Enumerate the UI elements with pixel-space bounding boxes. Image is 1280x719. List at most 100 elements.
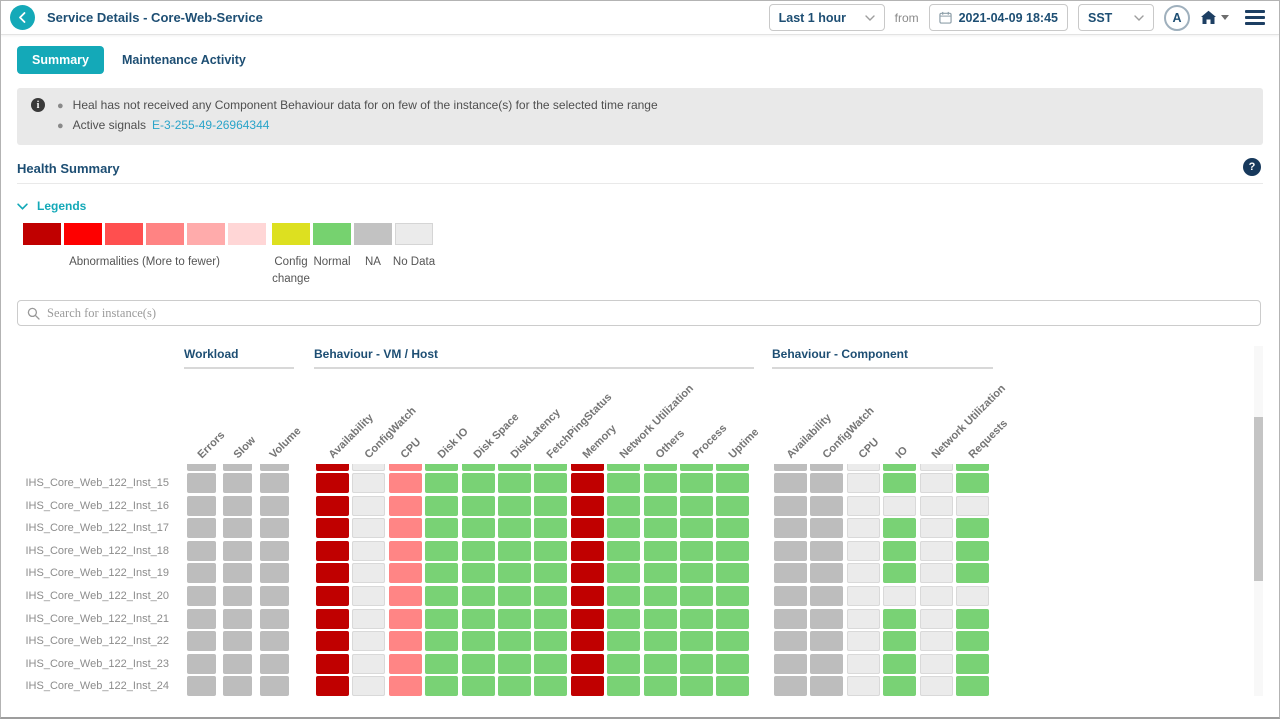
heatmap-cell-normal[interactable] — [607, 563, 641, 584]
heatmap-cell-normal[interactable] — [643, 464, 677, 471]
heatmap-cell-na[interactable] — [810, 473, 844, 493]
heatmap-cell-na[interactable] — [259, 464, 289, 471]
heatmap-cell-nodata[interactable] — [846, 473, 880, 493]
active-signal-link[interactable]: E-3-255-49-26964344 — [152, 116, 269, 135]
heatmap-cell-normal[interactable] — [883, 473, 917, 493]
heatmap-cell-na[interactable] — [223, 540, 253, 561]
heatmap-cell-nodata[interactable] — [846, 563, 880, 584]
heatmap-cell-normal[interactable] — [680, 464, 713, 471]
heatmap-cell-na[interactable] — [187, 585, 216, 606]
heatmap-cell-normal[interactable] — [461, 540, 495, 561]
heatmap-cell-normal[interactable] — [534, 464, 568, 471]
heatmap-cell-normal[interactable] — [607, 540, 641, 561]
heatmap-cell-nodata[interactable] — [846, 518, 880, 539]
heatmap-cell-abn_high[interactable] — [570, 540, 604, 561]
heatmap-cell-nodata[interactable] — [919, 540, 953, 561]
heatmap-cell-nodata[interactable] — [352, 631, 386, 652]
heatmap-cell-na[interactable] — [259, 653, 289, 674]
heatmap-cell-normal[interactable] — [956, 464, 989, 471]
heatmap-cell-normal[interactable] — [425, 473, 459, 493]
heatmap-cell-normal[interactable] — [643, 540, 677, 561]
heatmap-cell-na[interactable] — [187, 676, 216, 697]
heatmap-cell-normal[interactable] — [716, 653, 750, 674]
heatmap-cell-normal[interactable] — [956, 676, 989, 697]
heatmap-cell-normal[interactable] — [643, 676, 677, 697]
timezone-select[interactable]: SST — [1078, 4, 1154, 31]
heatmap-cell-normal[interactable] — [680, 540, 713, 561]
heatmap-cell-nodata[interactable] — [956, 495, 989, 516]
heatmap-cell-nodata[interactable] — [919, 585, 953, 606]
heatmap-cell-normal[interactable] — [534, 608, 568, 629]
heatmap-cell-normal[interactable] — [461, 473, 495, 493]
heatmap-cell-normal[interactable] — [607, 608, 641, 629]
heatmap-cell-abn_mid[interactable] — [388, 518, 422, 539]
heatmap-cell-normal[interactable] — [680, 563, 713, 584]
heatmap-cell-nodata[interactable] — [919, 608, 953, 629]
heatmap-cell-normal[interactable] — [716, 540, 750, 561]
heatmap-cell-na[interactable] — [187, 653, 216, 674]
heatmap-cell-normal[interactable] — [607, 464, 641, 471]
heatmap-cell-normal[interactable] — [461, 464, 495, 471]
heatmap-cell-normal[interactable] — [716, 585, 750, 606]
heatmap-cell-abn_high[interactable] — [570, 631, 604, 652]
heatmap-cell-normal[interactable] — [425, 518, 459, 539]
heatmap-cell-normal[interactable] — [956, 608, 989, 629]
legends-toggle[interactable]: Legends — [17, 199, 86, 213]
heatmap-cell-na[interactable] — [259, 585, 289, 606]
heatmap-cell-na[interactable] — [187, 631, 216, 652]
heatmap-cell-na[interactable] — [259, 495, 289, 516]
heatmap-cell-abn_high[interactable] — [570, 608, 604, 629]
heatmap-cell-normal[interactable] — [534, 563, 568, 584]
heatmap-cell-normal[interactable] — [643, 608, 677, 629]
heatmap-cell-nodata[interactable] — [846, 585, 880, 606]
heatmap-cell-normal[interactable] — [883, 631, 917, 652]
heatmap-cell-normal[interactable] — [425, 495, 459, 516]
heatmap-cell-na[interactable] — [810, 563, 844, 584]
heatmap-cell-normal[interactable] — [534, 495, 568, 516]
heatmap-cell-na[interactable] — [259, 676, 289, 697]
heatmap-cell-na[interactable] — [259, 631, 289, 652]
hamburger-menu[interactable] — [1245, 10, 1265, 25]
heatmap-cell-normal[interactable] — [534, 585, 568, 606]
heatmap-cell-na[interactable] — [223, 676, 253, 697]
heatmap-cell-abn_high[interactable] — [316, 464, 349, 471]
heatmap-cell-normal[interactable] — [498, 585, 531, 606]
heatmap-cell-normal[interactable] — [956, 563, 989, 584]
heatmap-cell-abn_high[interactable] — [316, 495, 349, 516]
heatmap-cell-nodata[interactable] — [919, 464, 953, 471]
heatmap-cell-na[interactable] — [774, 495, 807, 516]
heatmap-cell-normal[interactable] — [534, 540, 568, 561]
heatmap-cell-normal[interactable] — [425, 631, 459, 652]
heatmap-cell-nodata[interactable] — [352, 495, 386, 516]
heatmap-cell-normal[interactable] — [498, 464, 531, 471]
heatmap-cell-nodata[interactable] — [352, 473, 386, 493]
heatmap-cell-normal[interactable] — [461, 676, 495, 697]
heatmap-cell-normal[interactable] — [643, 585, 677, 606]
heatmap-cell-abn_mid[interactable] — [388, 676, 422, 697]
heatmap-cell-normal[interactable] — [643, 631, 677, 652]
heatmap-cell-normal[interactable] — [461, 495, 495, 516]
heatmap-cell-normal[interactable] — [680, 518, 713, 539]
heatmap-cell-na[interactable] — [774, 563, 807, 584]
heatmap-cell-nodata[interactable] — [352, 585, 386, 606]
heatmap-cell-nodata[interactable] — [919, 495, 953, 516]
heatmap-cell-na[interactable] — [223, 585, 253, 606]
heatmap-cell-na[interactable] — [810, 676, 844, 697]
heatmap-cell-normal[interactable] — [425, 464, 459, 471]
heatmap-cell-abn_mid[interactable] — [388, 563, 422, 584]
heatmap-cell-abn_high[interactable] — [316, 608, 349, 629]
heatmap-cell-normal[interactable] — [716, 608, 750, 629]
heatmap-cell-abn_mid[interactable] — [388, 631, 422, 652]
heatmap-cell-normal[interactable] — [956, 540, 989, 561]
heatmap-cell-abn_high[interactable] — [316, 585, 349, 606]
heatmap-cell-na[interactable] — [187, 473, 216, 493]
heatmap-cell-na[interactable] — [259, 540, 289, 561]
heatmap-cell-normal[interactable] — [643, 653, 677, 674]
heatmap-cell-normal[interactable] — [461, 585, 495, 606]
heatmap-cell-normal[interactable] — [680, 585, 713, 606]
heatmap-cell-nodata[interactable] — [846, 653, 880, 674]
heatmap-cell-na[interactable] — [259, 518, 289, 539]
heatmap-cell-normal[interactable] — [716, 464, 750, 471]
heatmap-cell-na[interactable] — [187, 518, 216, 539]
heatmap-cell-normal[interactable] — [498, 563, 531, 584]
